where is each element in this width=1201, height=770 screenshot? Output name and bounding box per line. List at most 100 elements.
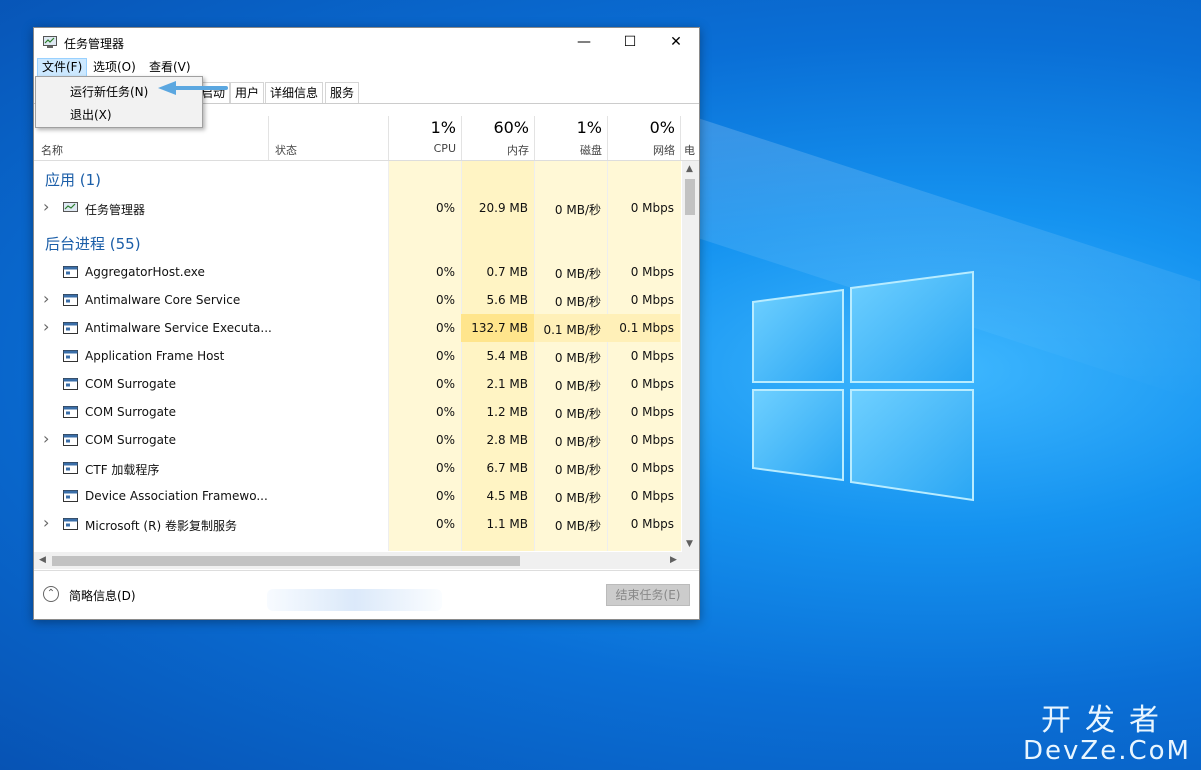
menu-options[interactable]: 选项(O) — [89, 59, 140, 76]
disk-value: 0 MB/秒 — [554, 435, 601, 449]
disk-value: 0.1 MB/秒 — [543, 323, 601, 337]
memory-value: 20.9 MB — [478, 201, 528, 215]
group-apps: 应用 (1) — [34, 161, 684, 194]
network-value: 0 Mbps — [630, 461, 674, 475]
vertical-scroll-thumb[interactable] — [685, 179, 695, 215]
network-value: 0 Mbps — [630, 201, 674, 215]
maximize-button[interactable]: ☐ — [607, 28, 653, 56]
header-name[interactable]: 名称 — [41, 142, 63, 158]
group-label: 应用 (1) — [45, 171, 102, 189]
network-value: 0 Mbps — [630, 377, 674, 391]
chevron-right-icon[interactable]: › — [43, 317, 49, 336]
scroll-right-icon[interactable]: ▶ — [670, 555, 677, 565]
task-manager-icon — [43, 36, 57, 48]
disk-value: 0 MB/秒 — [554, 295, 601, 309]
header-cpu-percent: 1% — [430, 118, 456, 137]
cpu-value: 0% — [435, 377, 455, 391]
process-name: COM Surrogate — [85, 405, 177, 419]
disk-value: 0 MB/秒 — [554, 407, 601, 421]
memory-value: 1.2 MB — [486, 405, 528, 419]
cpu-value: 0% — [435, 517, 455, 531]
table-row[interactable]: › COM Surrogate 0% 2.8 MB 0 MB/秒 0 Mbps — [34, 426, 684, 454]
header-disk[interactable]: 1% 磁盘 — [534, 116, 608, 160]
chevron-right-icon[interactable]: › — [43, 429, 49, 448]
windows-logo — [752, 270, 974, 502]
scroll-up-icon[interactable]: ▲ — [686, 164, 693, 174]
process-name: Microsoft (R) 卷影复制服务 — [85, 519, 237, 533]
process-name: Application Frame Host — [85, 349, 225, 363]
horizontal-scrollbar[interactable]: ◀ ▶ — [34, 552, 699, 569]
scroll-down-icon[interactable]: ▼ — [686, 539, 693, 549]
process-window-icon — [63, 406, 78, 418]
header-memory-percent: 60% — [493, 118, 529, 137]
process-window-icon — [63, 378, 78, 390]
watermark-line2: DevZe.CoM — [1023, 736, 1191, 766]
menu-item-exit[interactable]: 退出(X) — [70, 106, 112, 123]
tab-details[interactable]: 详细信息 — [265, 82, 324, 103]
tab-services[interactable]: 服务 — [325, 82, 360, 103]
vertical-scrollbar[interactable]: ▲ ▼ — [682, 161, 699, 553]
table-row[interactable]: Device Association Framewo... 0% 4.5 MB 0 M… — [34, 482, 684, 510]
menu-view[interactable]: 查看(V) — [145, 59, 195, 76]
header-memory[interactable]: 60% 内存 — [461, 116, 535, 160]
close-button[interactable]: ✕ — [653, 28, 699, 56]
table-row[interactable]: COM Surrogate 0% 2.1 MB 0 MB/秒 0 Mbps — [34, 370, 684, 398]
process-list: 应用 (1) › 任务管理器 0% 20.9 MB 0 MB/秒 0 Mbps 后台进程 (5… — [34, 161, 684, 551]
header-power[interactable]: 电 — [680, 116, 699, 160]
table-row[interactable]: › 任务管理器 0% 20.9 MB 0 MB/秒 0 Mbps — [34, 194, 684, 222]
table-row[interactable]: CTF 加载程序 0% 6.7 MB 0 MB/秒 0 Mbps — [34, 454, 684, 482]
scroll-left-icon[interactable]: ◀ — [39, 555, 46, 565]
header-network-label: 网络 — [653, 144, 675, 157]
table-row[interactable]: › Antimalware Core Service 0% 5.6 MB 0 MB/秒 0… — [34, 286, 684, 314]
process-name: COM Surrogate — [85, 433, 177, 447]
chevron-right-icon[interactable]: › — [43, 289, 49, 308]
menu-file[interactable]: 文件(F) — [37, 58, 88, 77]
memory-value: 6.7 MB — [486, 461, 528, 475]
chevron-right-icon[interactable]: › — [43, 197, 49, 216]
memory-value: 1.1 MB — [486, 517, 528, 531]
network-value: 0 Mbps — [630, 293, 674, 307]
fewer-details-link[interactable]: 简略信息(D) — [69, 587, 136, 604]
header-status: 状态 — [275, 144, 297, 157]
process-name: COM Surrogate — [85, 377, 177, 391]
process-name: Antimalware Service Executa... — [85, 321, 272, 335]
menu-item-run-new-task[interactable]: 运行新任务(N) — [70, 83, 148, 100]
header-network[interactable]: 0% 网络 — [607, 116, 681, 160]
title-bar[interactable]: 任务管理器 — ☐ ✕ — [34, 28, 699, 56]
chevron-right-icon[interactable]: › — [43, 513, 49, 532]
process-name: Antimalware Core Service — [85, 293, 241, 307]
process-window-icon — [63, 350, 78, 362]
process-window-icon — [63, 518, 78, 530]
table-row[interactable]: COM Surrogate 0% 1.2 MB 0 MB/秒 0 Mbps — [34, 398, 684, 426]
process-window-icon — [63, 266, 78, 278]
minimize-icon: — — [577, 34, 591, 50]
watermark: 开发者 DevZe.CoM — [1023, 703, 1191, 766]
horizontal-scroll-thumb[interactable] — [52, 556, 520, 566]
header-power-label: 电 — [684, 144, 695, 157]
group-label: 后台进程 (55) — [45, 235, 141, 253]
header-cpu[interactable]: 1% CPU — [388, 116, 462, 160]
cpu-value: 0% — [435, 293, 455, 307]
table-row[interactable]: AggregatorHost.exe 0% 0.7 MB 0 MB/秒 0 Mbps — [34, 258, 684, 286]
table-row[interactable]: Application Frame Host 0% 5.4 MB 0 MB/秒 0 Mb… — [34, 342, 684, 370]
disk-value: 0 MB/秒 — [554, 491, 601, 505]
end-task-button[interactable]: 结束任务(E) — [606, 584, 690, 606]
minimize-button[interactable]: — — [561, 28, 607, 56]
disk-value: 0 MB/秒 — [554, 351, 601, 365]
watermark-line1: 开发者 — [1041, 703, 1173, 738]
chevron-up-circle-icon[interactable]: ⌃ — [43, 586, 59, 602]
close-icon: ✕ — [670, 34, 682, 50]
table-row[interactable]: › Microsoft (R) 卷影复制服务 0% 1.1 MB 0 MB/秒 0 Mbp… — [34, 510, 684, 538]
process-window-icon — [63, 322, 78, 334]
process-window-icon — [63, 294, 78, 306]
tab-users[interactable]: 用户 — [230, 82, 265, 103]
disk-value: 0 MB/秒 — [554, 379, 601, 393]
disk-value: 0 MB/秒 — [554, 519, 601, 533]
network-value: 0.1 Mbps — [619, 321, 674, 335]
header-status-col[interactable]: 状态 — [268, 116, 389, 160]
disk-value: 0 MB/秒 — [554, 203, 601, 217]
cpu-value: 0% — [435, 349, 455, 363]
pointer-arrow-icon — [158, 81, 228, 95]
table-row[interactable]: › Antimalware Service Executa... 0% 132.7 M… — [34, 314, 684, 342]
process-window-icon — [63, 462, 78, 474]
